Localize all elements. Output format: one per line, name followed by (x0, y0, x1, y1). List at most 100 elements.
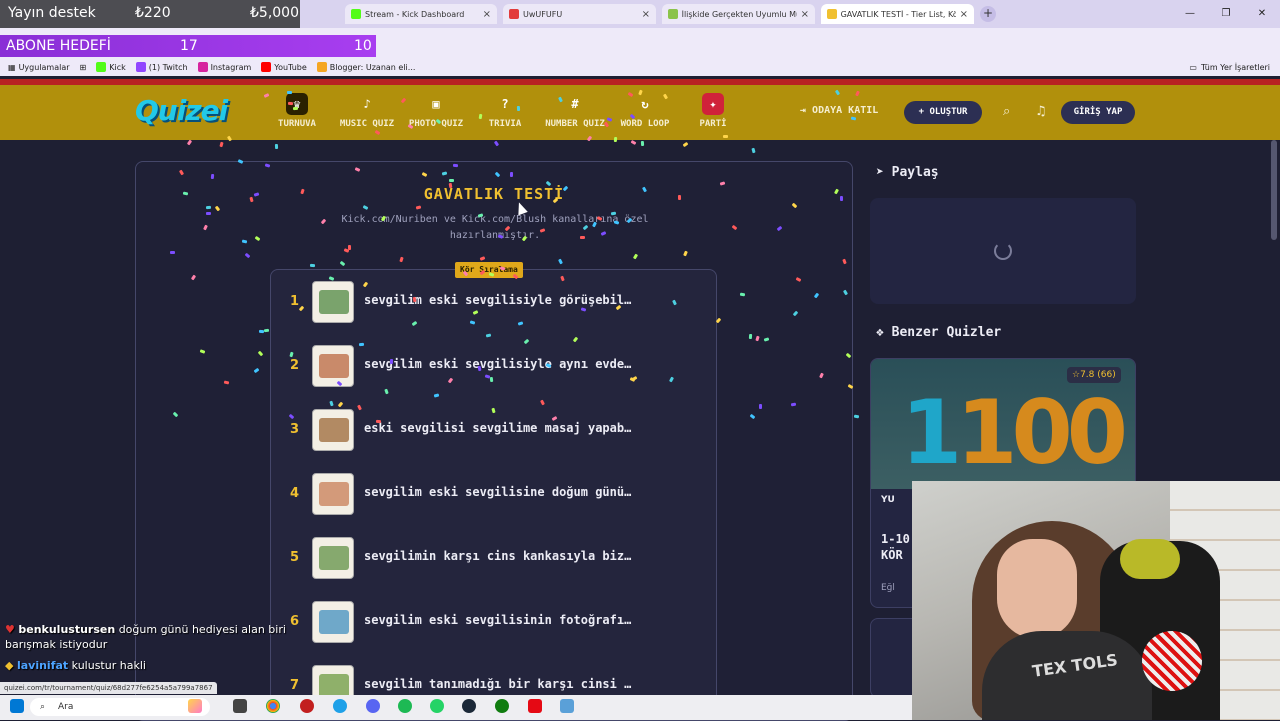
kick-icon (96, 62, 107, 72)
item-thumbnail (312, 537, 354, 579)
bookmark-label: (1) Twitch (148, 62, 188, 72)
quiz-title: GAVATLIK TESTİ (423, 185, 565, 203)
bookmark-apps[interactable]: ▦ Uygulamalar (8, 63, 70, 72)
bookmark-kick[interactable]: Kick (96, 62, 126, 72)
search-icon[interactable]: ⌕ (1003, 104, 1010, 119)
nav-label: TURNUVA (278, 119, 316, 129)
bookmark-twitch[interactable]: (1) Twitch (135, 62, 188, 72)
close-icon[interactable]: × (483, 9, 491, 20)
all-bookmarks[interactable]: ▭ Tüm Yer İşaretleri (1189, 58, 1270, 76)
tab-iliskide[interactable]: İlişkide Gerçekten Uyumlu Mu × (662, 4, 815, 24)
similar-quiz-author: YU (881, 495, 895, 505)
image-icon: ▣ (432, 97, 440, 111)
item-number: 1 (290, 294, 300, 309)
item-number: 2 (290, 358, 300, 373)
confetti-piece (723, 135, 729, 139)
item-thumbnail (312, 473, 354, 515)
list-item[interactable]: 2 sevgilim eski sevgilisiyle aynı evde… (284, 345, 704, 389)
tab-gavatlik-testi[interactable]: GAVATLIK TESTİ - Tier List, Kör × (821, 4, 974, 24)
similar-quizzes-heading: ❖ Benzer Quizler (876, 325, 1001, 340)
confetti-piece (263, 328, 269, 333)
sub-goal-current: 17 (180, 38, 198, 54)
netflix-icon[interactable] (528, 699, 542, 713)
minimize-icon[interactable]: — (1172, 0, 1208, 28)
hash-icon: # (571, 97, 579, 111)
item-thumbnail (312, 345, 354, 387)
close-icon[interactable]: × (960, 9, 968, 20)
confetti-piece (510, 171, 514, 177)
nav-party[interactable]: ✦ PARTİ (696, 93, 730, 129)
create-button[interactable]: + OLUŞTUR (904, 101, 982, 124)
new-tab-button[interactable]: + (980, 6, 996, 22)
list-item[interactable]: 6 sevgilim eski sevgilisinin fotoğrafı… (284, 601, 704, 645)
nav-number-quiz[interactable]: # NUMBER QUIZ (542, 93, 608, 129)
confetti-piece (412, 296, 416, 303)
rating-badge: ☆7.8 (66) (1067, 367, 1121, 383)
item-thumbnail (312, 665, 354, 695)
confetti-piece (516, 106, 520, 112)
window-controls: — ❐ ✕ (1172, 0, 1280, 28)
donation-goal: ₺5,000 (250, 5, 299, 21)
bookmark-instagram[interactable]: Instagram (197, 62, 252, 72)
sub-goal-overlay: ABONE HEDEFİ 17 10 (0, 35, 376, 57)
close-icon[interactable]: × (801, 9, 809, 20)
close-icon[interactable]: × (642, 9, 650, 20)
confetti-piece (205, 205, 211, 210)
kick-icon (351, 9, 361, 19)
confetti-piece (613, 137, 618, 143)
tab-uwufufu[interactable]: UwUFUFU × (503, 4, 656, 24)
similar-title-text: Benzer Quizler (891, 325, 1002, 340)
bookmark-label: Instagram (210, 62, 252, 72)
nav-trivia[interactable]: ? TRIVIA (485, 93, 525, 129)
bookmark-blogger[interactable]: Blogger: Uzanan eli... (316, 62, 415, 72)
join-room-link[interactable]: ⇥ ODAYA KATIL (800, 105, 878, 116)
instagram-icon (197, 62, 208, 72)
chrome-icon[interactable] (266, 699, 280, 713)
list-item[interactable]: 1 sevgilim eski sevgilisiyle görüşebil… (284, 281, 704, 325)
blogger-icon (316, 62, 327, 72)
confetti-piece (170, 250, 176, 254)
xbox-icon[interactable] (495, 699, 509, 713)
list-item[interactable]: 7 sevgilim tanımadığı bir karşı cinsi … (284, 665, 704, 695)
taskbar-search[interactable]: ⌕ Ara (30, 698, 210, 716)
nav-photo-quiz[interactable]: ▣ PHOTO QUIZ (406, 93, 466, 129)
confetti-piece (223, 380, 230, 385)
list-item[interactable]: 4 sevgilim eski sevgilisine doğum günü… (284, 473, 704, 517)
app-icon[interactable] (560, 699, 574, 713)
login-button[interactable]: GİRİŞ YAP (1061, 101, 1135, 124)
tab-kick-dashboard[interactable]: Stream - Kick Dashboard × (345, 4, 497, 24)
donation-current: ₺220 (135, 5, 171, 21)
steam-icon[interactable] (462, 699, 476, 713)
item-text: sevgilimin karşı cins kankasıyla biz… (364, 549, 632, 563)
scrollbar[interactable] (1271, 140, 1277, 240)
site-logo[interactable]: Quizei (135, 94, 228, 127)
heart-icon: ♥ (5, 623, 19, 636)
edge-icon[interactable] (333, 699, 347, 713)
app-icon[interactable] (300, 699, 314, 713)
bookmark-grid[interactable]: ⊞ (80, 63, 87, 72)
nav-label: NUMBER QUIZ (545, 119, 605, 129)
bookmark-youtube[interactable]: YouTube (261, 62, 307, 72)
item-text: sevgilim eski sevgilisiyle aynı evde… (364, 357, 632, 371)
item-number: 4 (290, 486, 300, 501)
maximize-icon[interactable]: ❐ (1208, 0, 1244, 28)
close-window-icon[interactable]: ✕ (1244, 0, 1280, 28)
chair-plush (1120, 539, 1180, 579)
list-item[interactable]: 3 eski sevgilisi sevgilime masaj yapab… (284, 409, 704, 453)
search-icon: ⌕ (40, 702, 46, 712)
music-icon: ♪ (363, 97, 371, 111)
copilot-icon[interactable] (188, 699, 202, 713)
bookmarks-bar: ▦ Uygulamalar ⊞ Kick (1) Twitch Instagram… (0, 58, 1280, 76)
spotify-icon[interactable] (398, 699, 412, 713)
nav-music-quiz[interactable]: ♪ MUSIC QUIZ (337, 93, 397, 129)
windows-start-icon[interactable] (10, 699, 24, 713)
confetti-piece (242, 239, 248, 244)
discord-icon[interactable] (366, 699, 380, 713)
list-item[interactable]: 5 sevgilimin karşı cins kankasıyla biz… (284, 537, 704, 581)
nav-label: MUSIC QUIZ (339, 119, 395, 129)
whatsapp-icon[interactable] (430, 699, 444, 713)
task-view-icon[interactable] (233, 699, 247, 713)
bell-icon[interactable]: ♫ (1035, 104, 1047, 119)
nav-tournament[interactable]: ♛ TURNUVA (277, 93, 317, 129)
donation-goal-overlay: Yayın destek ₺220 ₺5,000 (0, 0, 300, 28)
